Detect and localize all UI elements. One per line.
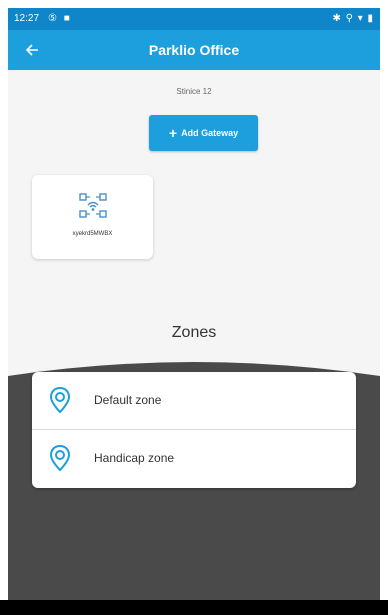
device-frame: 12:27 ⑤ ■ ✱ ⚲ ▾ ▮ Parklio Office Stinice… bbox=[0, 0, 388, 615]
app-title: Parklio Office bbox=[148, 42, 240, 58]
system-status-icons: ✱ ⚲ ▾ ▮ bbox=[332, 13, 374, 24]
location-subtitle: Stinice 12 bbox=[176, 87, 212, 96]
notification-icons: ⑤ ■ bbox=[48, 13, 72, 24]
location-pin-icon bbox=[49, 444, 71, 472]
gateway-name: xyekrd5MWBX bbox=[72, 231, 113, 237]
zone-item-handicap[interactable]: Handicap zone bbox=[32, 430, 356, 487]
navigation-bar bbox=[0, 600, 388, 615]
plus-icon: + bbox=[168, 125, 178, 141]
back-button[interactable] bbox=[16, 34, 48, 66]
add-gateway-button[interactable]: + Add Gateway bbox=[149, 115, 258, 151]
arrow-back-icon bbox=[25, 44, 38, 56]
zone-label: Default zone bbox=[94, 393, 162, 407]
add-gateway-label: Add Gateway bbox=[181, 128, 239, 138]
location-pin-icon bbox=[49, 386, 71, 414]
gateway-icon bbox=[79, 193, 107, 218]
app-bar: Parklio Office bbox=[8, 30, 380, 70]
zone-label: Handicap zone bbox=[94, 451, 175, 465]
zones-list: Default zone Handicap zone bbox=[32, 372, 356, 488]
zones-title: Zones bbox=[171, 324, 217, 341]
status-bar: 12:27 ⑤ ■ ✱ ⚲ ▾ ▮ bbox=[8, 8, 380, 30]
zone-item-default[interactable]: Default zone bbox=[32, 372, 356, 430]
gateway-card[interactable]: xyekrd5MWBX bbox=[32, 175, 153, 259]
app-screen: 12:27 ⑤ ■ ✱ ⚲ ▾ ▮ Parklio Office Stinice… bbox=[8, 8, 380, 600]
status-time: 12:27 bbox=[14, 13, 40, 24]
